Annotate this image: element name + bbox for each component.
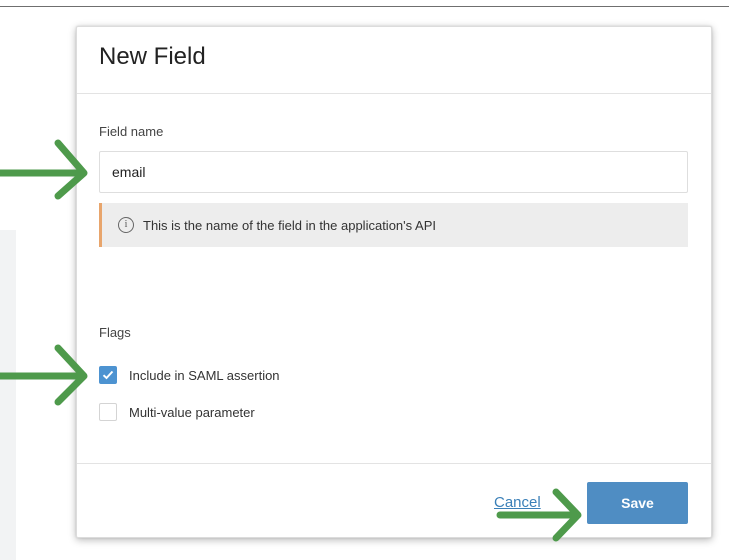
save-button[interactable]: Save xyxy=(587,482,688,524)
flag-saml-assertion[interactable]: Include in SAML assertion xyxy=(99,365,280,385)
flags-label: Flags xyxy=(99,325,131,340)
multi-value-checkbox[interactable] xyxy=(99,403,117,421)
field-name-help: i This is the name of the field in the a… xyxy=(99,203,688,247)
top-divider xyxy=(0,6,729,7)
arrow-icon xyxy=(0,139,88,200)
field-name-label: Field name xyxy=(99,124,164,139)
checkmark-icon xyxy=(102,370,114,380)
saml-assertion-label: Include in SAML assertion xyxy=(129,367,280,383)
info-icon: i xyxy=(118,217,134,233)
dialog-footer-divider xyxy=(77,463,711,464)
field-name-input[interactable] xyxy=(99,151,688,193)
multi-value-label: Multi-value parameter xyxy=(129,404,255,420)
new-field-dialog: New Field Field name i This is the name … xyxy=(76,26,712,538)
saml-assertion-checkbox[interactable] xyxy=(99,366,117,384)
help-text: This is the name of the field in the app… xyxy=(143,217,436,233)
arrow-icon xyxy=(0,344,88,406)
arrow-icon xyxy=(496,488,582,542)
dialog-header: New Field xyxy=(77,27,711,94)
dialog-title: New Field xyxy=(99,43,206,70)
flag-multi-value[interactable]: Multi-value parameter xyxy=(99,402,255,422)
